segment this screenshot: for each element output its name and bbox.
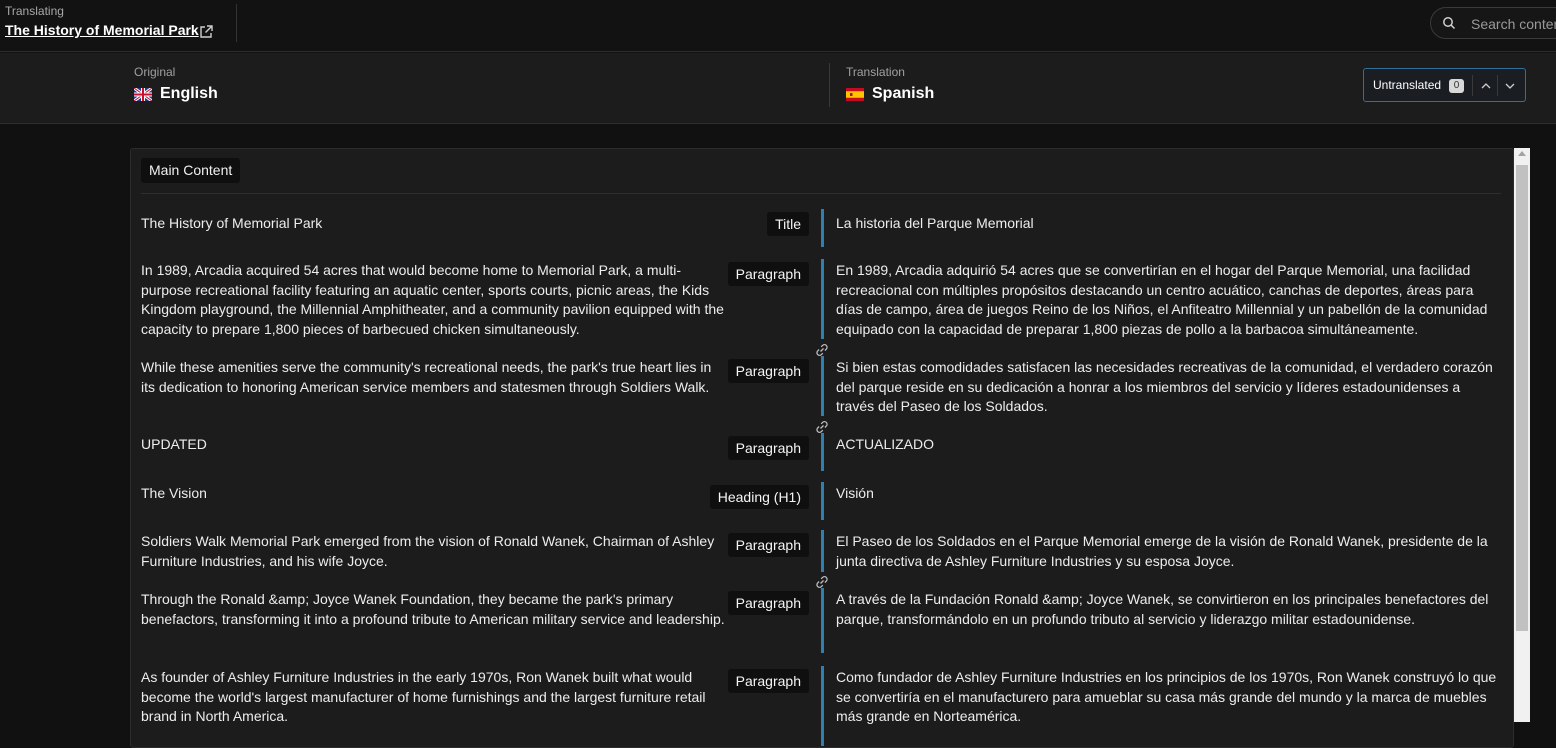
original-label: Original xyxy=(134,65,176,79)
segment-bar xyxy=(821,588,824,653)
segment-type-tag: Title xyxy=(767,212,809,236)
target-text[interactable]: ACTUALIZADO xyxy=(836,435,1501,455)
source-text: While these amenities serve the communit… xyxy=(141,359,712,395)
chevron-down-icon[interactable] xyxy=(1500,76,1520,96)
vertical-scrollbar[interactable] xyxy=(1514,148,1530,722)
language-header: Original English Translation Spanish Unt… xyxy=(0,53,1556,124)
segment-type-tag: Paragraph xyxy=(727,591,809,615)
translation-language-name-row: Spanish xyxy=(846,85,934,103)
target-text[interactable]: Como fundador de Ashley Furniture Indust… xyxy=(836,668,1501,727)
source-text: Soldiers Walk Memorial Park emerged from… xyxy=(141,533,715,569)
translation-language: Translation Spanish xyxy=(846,65,934,103)
segment-bar xyxy=(821,259,824,339)
segment-bar xyxy=(821,530,824,572)
segment-bar xyxy=(821,356,824,416)
translating-label: Translating xyxy=(5,4,64,18)
document-title-link[interactable]: The History of Memorial Park xyxy=(5,22,199,38)
original-language-name-row: English xyxy=(133,85,218,103)
content-panel: Main Content The History of Memorial Par… xyxy=(130,148,1514,748)
search-input[interactable] xyxy=(1471,14,1556,34)
original-language-name: English xyxy=(160,85,218,102)
target-text[interactable]: A través de la Fundación Ronald &amp; Jo… xyxy=(836,590,1501,629)
target-text[interactable]: Si bien estas comodidades satisfacen las… xyxy=(836,358,1501,417)
segment-type-tag: Paragraph xyxy=(727,262,809,286)
section-divider xyxy=(141,193,1501,194)
search-icon xyxy=(1442,16,1456,30)
external-link-icon[interactable] xyxy=(198,24,214,40)
target-text[interactable]: La historia del Parque Memorial xyxy=(836,214,1501,234)
translation-label: Translation xyxy=(846,65,905,79)
nav-separator xyxy=(1497,75,1498,96)
segment-bar xyxy=(821,209,824,247)
source-text: In 1989, Arcadia acquired 54 acres that … xyxy=(141,262,724,337)
untranslated-filter[interactable]: Untranslated 0 xyxy=(1363,68,1526,102)
search-box[interactable] xyxy=(1430,7,1556,39)
source-text: The Vision xyxy=(141,485,207,501)
segment-type-tag: Paragraph xyxy=(727,669,809,693)
source-text: UPDATED xyxy=(141,436,207,452)
target-text[interactable]: Visión xyxy=(836,484,1501,504)
untranslated-count-badge: 0 xyxy=(1449,79,1464,93)
top-bar: Translating The History of Memorial Park xyxy=(0,0,1556,52)
header-divider xyxy=(236,4,237,42)
segment-bar xyxy=(821,666,824,746)
target-text[interactable]: El Paseo de los Soldados en el Parque Me… xyxy=(836,532,1501,571)
scroll-up-arrow[interactable] xyxy=(1518,151,1526,156)
source-text: The History of Memorial Park xyxy=(141,215,323,231)
untranslated-separator xyxy=(1472,75,1473,96)
section-chip: Main Content xyxy=(141,158,241,183)
segment-type-tag: Paragraph xyxy=(727,359,809,383)
scroll-thumb[interactable] xyxy=(1516,165,1528,631)
target-text[interactable]: En 1989, Arcadia adquirió 54 acres que s… xyxy=(836,261,1501,339)
untranslated-label: Untranslated xyxy=(1373,78,1442,92)
original-language: Original English xyxy=(133,65,218,103)
source-text: As founder of Ashley Furniture Industrie… xyxy=(141,669,706,724)
language-divider xyxy=(829,63,830,107)
translation-language-name: Spanish xyxy=(872,85,935,102)
spain-flag-icon xyxy=(846,87,864,101)
source-text: Through the Ronald &amp; Joyce Wanek Fou… xyxy=(141,591,725,627)
segment-bar xyxy=(821,482,824,520)
chevron-up-icon[interactable] xyxy=(1476,76,1496,96)
segment-type-tag: Paragraph xyxy=(727,533,809,557)
segment-type-tag: Heading (H1) xyxy=(709,485,809,509)
uk-flag-icon xyxy=(133,86,153,102)
segment-type-tag: Paragraph xyxy=(727,436,809,460)
segment-bar xyxy=(821,433,824,471)
